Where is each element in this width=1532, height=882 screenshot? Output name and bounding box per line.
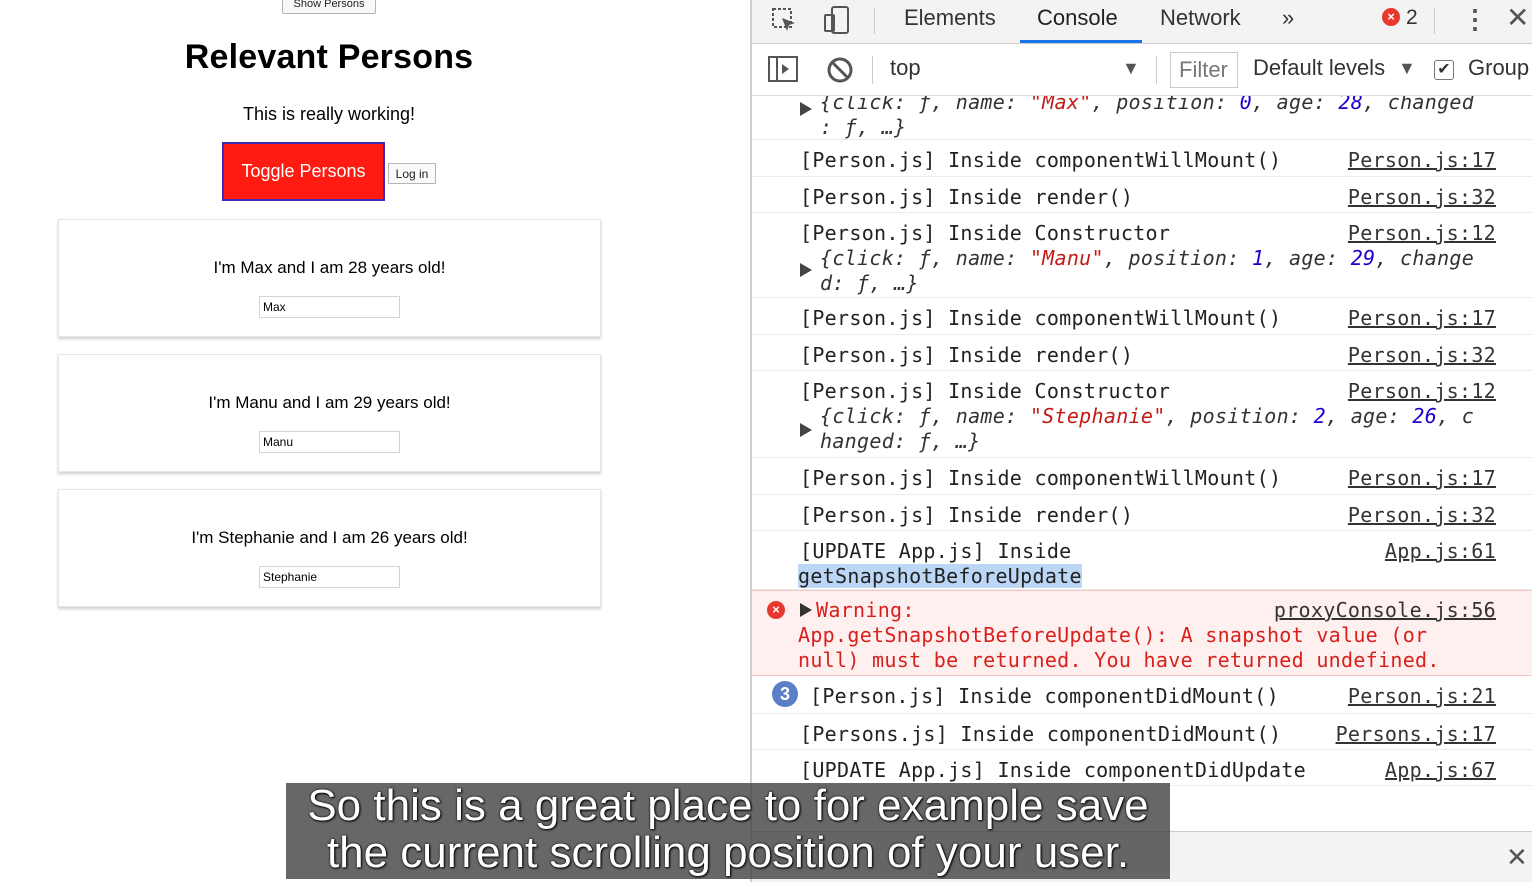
object-preview[interactable]: hanged: ƒ, …} bbox=[820, 429, 980, 453]
source-link[interactable]: Person.js:12 bbox=[1348, 379, 1496, 403]
source-link[interactable]: proxyConsole.js:56 bbox=[1274, 598, 1496, 622]
person-card-manu: I'm Manu and I am 29 years old! bbox=[58, 354, 601, 472]
log-message: [Person.js] Inside render() bbox=[800, 343, 1134, 367]
console-row: [Person.js] Inside componentWillMount() … bbox=[752, 458, 1532, 495]
log-message: [Person.js] Inside Constructor bbox=[800, 221, 1171, 245]
video-caption: So this is a great place to for example … bbox=[286, 781, 1170, 879]
console-row: {click: ƒ, name: "Max", position: 0, age… bbox=[752, 96, 1532, 140]
expand-triangle-icon[interactable] bbox=[800, 263, 812, 277]
group-checkbox[interactable]: ✔ bbox=[1434, 60, 1454, 80]
filter-input[interactable]: Filter bbox=[1170, 52, 1238, 88]
source-link[interactable]: Person.js:17 bbox=[1348, 466, 1496, 490]
caption-line: So this is a great place to for example … bbox=[307, 781, 1149, 830]
person-description[interactable]: I'm Stephanie and I am 26 years old! bbox=[59, 528, 600, 548]
log-message: [UPDATE App.js] Inside componentDidUpdat… bbox=[800, 758, 1306, 782]
console-row: [Person.js] Inside Constructor Person.js… bbox=[752, 213, 1532, 298]
context-dropdown-icon[interactable]: ▼ bbox=[1122, 56, 1140, 80]
tab-console[interactable]: Console bbox=[1037, 0, 1118, 44]
close-drawer-icon[interactable]: ✕ bbox=[1506, 842, 1528, 872]
console-row: [Person.js] Inside render() Person.js:32 bbox=[752, 495, 1532, 531]
source-link[interactable]: Persons.js:17 bbox=[1336, 722, 1496, 746]
console-toolbar: top ▼ Filter Default levels ▼ ✔ Group bbox=[752, 44, 1532, 96]
clear-console-icon[interactable] bbox=[826, 56, 854, 89]
log-message: [Persons.js] Inside componentDidMount() bbox=[800, 722, 1282, 746]
sidebar-toggle-icon[interactable] bbox=[768, 56, 798, 87]
more-tabs-icon[interactable]: » bbox=[1282, 0, 1294, 44]
page-title: Relevant Persons bbox=[184, 38, 474, 76]
console-row: [Person.js] Inside render() Person.js:32 bbox=[752, 335, 1532, 371]
console-row: [Person.js] Inside Constructor Person.js… bbox=[752, 371, 1532, 458]
active-tab-indicator bbox=[1020, 40, 1142, 43]
log-message: [Person.js] Inside componentWillMount() bbox=[800, 148, 1282, 172]
devtools-tabbar: Elements Console Network » × 2 ⋮ ✕ bbox=[752, 0, 1532, 44]
group-similar-label: Group bbox=[1468, 55, 1530, 80]
object-preview[interactable]: : ƒ, …} bbox=[820, 115, 906, 139]
page-subtitle: This is really working! bbox=[242, 104, 416, 124]
log-message: [Person.js] Inside render() bbox=[800, 503, 1134, 527]
console-error-row: × Warning: proxyConsole.js:56 App.getSna… bbox=[752, 590, 1532, 676]
devtools-panel: Elements Console Network » × 2 ⋮ ✕ top ▼… bbox=[750, 0, 1532, 882]
tab-elements[interactable]: Elements bbox=[904, 0, 996, 44]
repeat-count-badge: 3 bbox=[772, 681, 798, 707]
person-description[interactable]: I'm Manu and I am 29 years old! bbox=[59, 393, 600, 413]
levels-dropdown-icon[interactable]: ▼ bbox=[1398, 56, 1416, 80]
log-message: [Person.js] Inside Constructor bbox=[800, 379, 1171, 403]
error-icon: × bbox=[767, 601, 785, 619]
source-link[interactable]: Person.js:32 bbox=[1348, 503, 1496, 527]
console-row: 3 [Person.js] Inside componentDidMount()… bbox=[752, 676, 1532, 714]
tab-network[interactable]: Network bbox=[1160, 0, 1241, 44]
object-preview[interactable]: d: ƒ, …} bbox=[820, 271, 919, 295]
login-button[interactable]: Log in bbox=[388, 163, 436, 184]
console-row: [Person.js] Inside render() Person.js:32 bbox=[752, 177, 1532, 213]
show-persons-button[interactable]: Show Persons bbox=[282, 0, 376, 14]
log-message: [Person.js] Inside componentDidMount() bbox=[810, 684, 1279, 708]
expand-triangle-icon[interactable] bbox=[800, 423, 812, 437]
error-count[interactable]: 2 bbox=[1406, 0, 1418, 44]
object-preview[interactable]: {click: ƒ, name: "Manu", position: 1, ag… bbox=[820, 246, 1474, 270]
source-link[interactable]: Person.js:21 bbox=[1348, 684, 1496, 708]
console-output[interactable]: {click: ƒ, name: "Max", position: 0, age… bbox=[752, 96, 1532, 831]
expand-triangle-icon[interactable] bbox=[800, 603, 812, 617]
warning-message: App.getSnapshotBeforeUpdate(): A snapsho… bbox=[798, 623, 1428, 647]
log-levels-dropdown[interactable]: Default levels bbox=[1253, 50, 1385, 94]
person-description[interactable]: I'm Max and I am 28 years old! bbox=[59, 258, 600, 278]
log-message: [Person.js] Inside componentWillMount() bbox=[800, 466, 1282, 490]
source-link[interactable]: App.js:61 bbox=[1385, 539, 1496, 563]
person-card-max: I'm Max and I am 28 years old! bbox=[58, 219, 601, 337]
close-devtools-icon[interactable]: ✕ bbox=[1506, 2, 1529, 34]
object-preview[interactable]: {click: ƒ, name: "Max", position: 0, age… bbox=[820, 96, 1474, 114]
console-row: [Person.js] Inside componentWillMount() … bbox=[752, 140, 1532, 177]
log-message: [UPDATE App.js] Inside bbox=[800, 539, 1072, 563]
source-link[interactable]: Person.js:17 bbox=[1348, 306, 1496, 330]
person-name-input[interactable] bbox=[259, 566, 400, 588]
person-name-input[interactable] bbox=[259, 296, 400, 318]
console-row: [Person.js] Inside componentWillMount() … bbox=[752, 298, 1532, 335]
source-link[interactable]: Person.js:32 bbox=[1348, 185, 1496, 209]
console-row: [Persons.js] Inside componentDidMount() … bbox=[752, 714, 1532, 750]
log-message: [Person.js] Inside componentWillMount() bbox=[800, 306, 1282, 330]
expand-triangle-icon[interactable] bbox=[800, 102, 812, 116]
toggle-persons-button[interactable]: Toggle Persons bbox=[222, 142, 385, 201]
log-message: [Person.js] Inside render() bbox=[800, 185, 1134, 209]
device-toolbar-icon[interactable] bbox=[822, 5, 852, 35]
caption-line: the current scrolling position of your u… bbox=[326, 828, 1130, 877]
warning-message: null) must be returned. You have returne… bbox=[798, 648, 1440, 672]
object-preview[interactable]: {click: ƒ, name: "Stephanie", position: … bbox=[820, 404, 1474, 428]
selected-text: getSnapshotBeforeUpdate bbox=[798, 564, 1082, 588]
source-link[interactable]: Person.js:17 bbox=[1348, 148, 1496, 172]
person-card-stephanie: I'm Stephanie and I am 26 years old! bbox=[58, 489, 601, 607]
kebab-menu-icon[interactable]: ⋮ bbox=[1462, 4, 1488, 34]
source-link[interactable]: App.js:67 bbox=[1385, 758, 1496, 782]
source-link[interactable]: Person.js:12 bbox=[1348, 221, 1496, 245]
context-selector[interactable]: top bbox=[890, 50, 921, 94]
person-name-input[interactable] bbox=[259, 431, 400, 453]
inspect-element-icon[interactable] bbox=[770, 6, 798, 34]
error-count-icon[interactable]: × bbox=[1382, 8, 1400, 26]
warning-title: Warning: bbox=[816, 598, 915, 622]
source-link[interactable]: Person.js:32 bbox=[1348, 343, 1496, 367]
console-row: [UPDATE App.js] Inside getSnapshotBefore… bbox=[752, 531, 1532, 590]
app-pane: Show Persons Relevant Persons This is re… bbox=[0, 0, 750, 882]
